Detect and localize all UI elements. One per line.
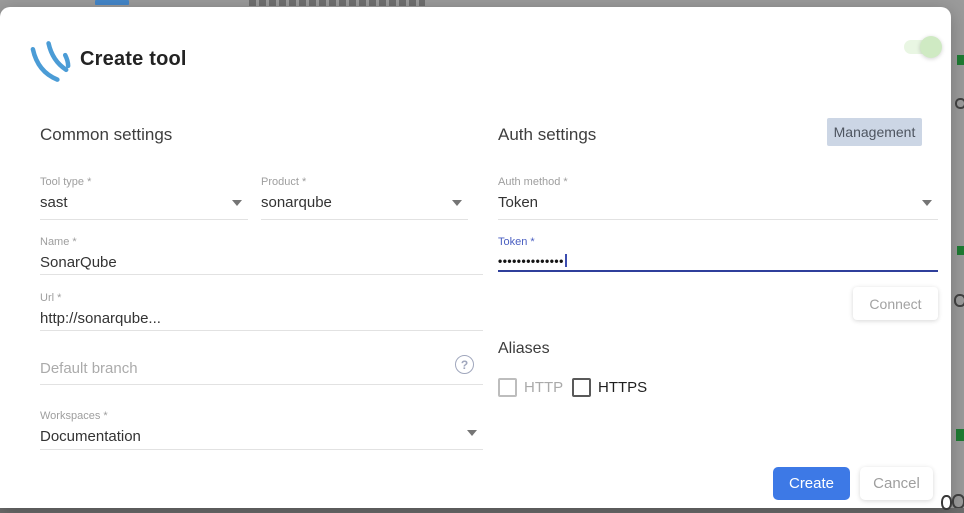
page-fragment	[952, 494, 964, 509]
cancel-button[interactable]: Cancel	[860, 467, 933, 500]
name-value: SonarQube	[40, 254, 117, 271]
page-fragment	[954, 294, 964, 307]
common-settings-heading: Common settings	[40, 125, 173, 144]
page-fragment	[249, 0, 425, 6]
page-fragment	[957, 55, 964, 65]
text-cursor	[564, 254, 567, 267]
url-input[interactable]: Url * http://sonarqube...	[40, 290, 483, 331]
page-fragment	[957, 246, 964, 255]
toggle-knob	[920, 36, 942, 58]
auth-method-select[interactable]: Auth method * Token	[498, 174, 938, 220]
chevron-down-icon[interactable]	[452, 200, 462, 206]
create-button[interactable]: Create	[773, 467, 850, 500]
name-input[interactable]: Name * SonarQube	[40, 234, 483, 275]
page-fragment	[941, 495, 952, 510]
workspaces-value: Documentation	[40, 428, 141, 445]
page-fragment	[955, 98, 964, 109]
auth-method-value: Token	[498, 194, 539, 211]
auth-method-label: Auth method *	[498, 176, 568, 188]
checkbox-icon[interactable]	[572, 378, 591, 397]
tool-type-value: sast	[40, 194, 68, 211]
checkbox-icon[interactable]	[498, 378, 517, 397]
chevron-down-icon[interactable]	[922, 200, 932, 206]
token-masked-value: ••••••••••••••	[498, 251, 938, 271]
url-value: http://sonarqube...	[40, 310, 161, 327]
workspaces-select[interactable]: Workspaces * Documentation	[40, 408, 483, 450]
url-label: Url *	[40, 292, 62, 304]
help-icon[interactable]: ?	[455, 355, 474, 374]
page-fragment	[95, 0, 129, 5]
aliases-heading: Aliases	[498, 340, 550, 357]
page-fragment	[956, 429, 964, 441]
default-branch-placeholder: Default branch	[40, 360, 138, 377]
product-value: sonarqube	[261, 194, 332, 211]
tool-type-label: Tool type *	[40, 176, 92, 188]
page-backdrop: Create tool Common settings Auth setting…	[0, 0, 964, 513]
alias-https-checkbox[interactable]: HTTPS	[572, 378, 647, 397]
token-dots: ••••••••••••••	[498, 254, 564, 268]
token-label: Token *	[498, 236, 535, 248]
workspaces-label: Workspaces *	[40, 410, 108, 422]
sonar-arcs-logo-icon	[30, 41, 71, 82]
alias-http-label: HTTP	[524, 379, 564, 396]
dialog-title: Create tool	[80, 48, 187, 70]
alias-https-label: HTTPS	[598, 379, 648, 396]
enabled-toggle[interactable]	[904, 35, 944, 59]
product-select[interactable]: Product * sonarqube	[261, 174, 468, 220]
token-input[interactable]: Token * ••••••••••••••	[498, 234, 938, 272]
name-label: Name *	[40, 236, 77, 248]
management-chip[interactable]: Management	[827, 118, 922, 146]
alias-http-checkbox[interactable]: HTTP	[498, 378, 563, 397]
default-branch-input[interactable]: Default branch ?	[40, 351, 483, 385]
chevron-down-icon[interactable]	[467, 430, 477, 436]
tool-type-select[interactable]: Tool type * sast	[40, 174, 248, 220]
create-tool-dialog: Create tool Common settings Auth setting…	[0, 7, 951, 508]
auth-settings-heading: Auth settings	[498, 125, 597, 144]
product-label: Product *	[261, 176, 307, 188]
chevron-down-icon[interactable]	[232, 200, 242, 206]
connect-button[interactable]: Connect	[853, 287, 938, 320]
page-bottom-edge	[0, 508, 964, 513]
